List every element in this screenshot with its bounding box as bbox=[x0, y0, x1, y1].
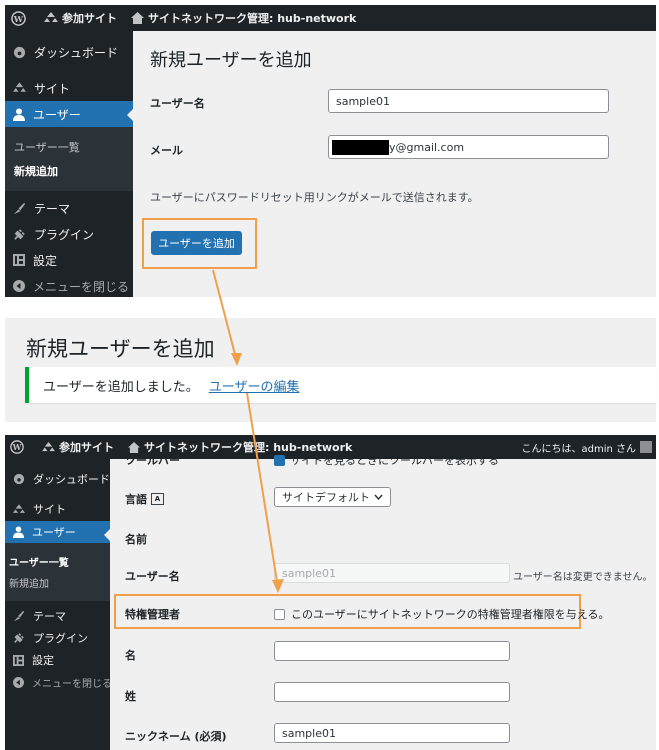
annotation-arrows bbox=[212, 269, 284, 593]
